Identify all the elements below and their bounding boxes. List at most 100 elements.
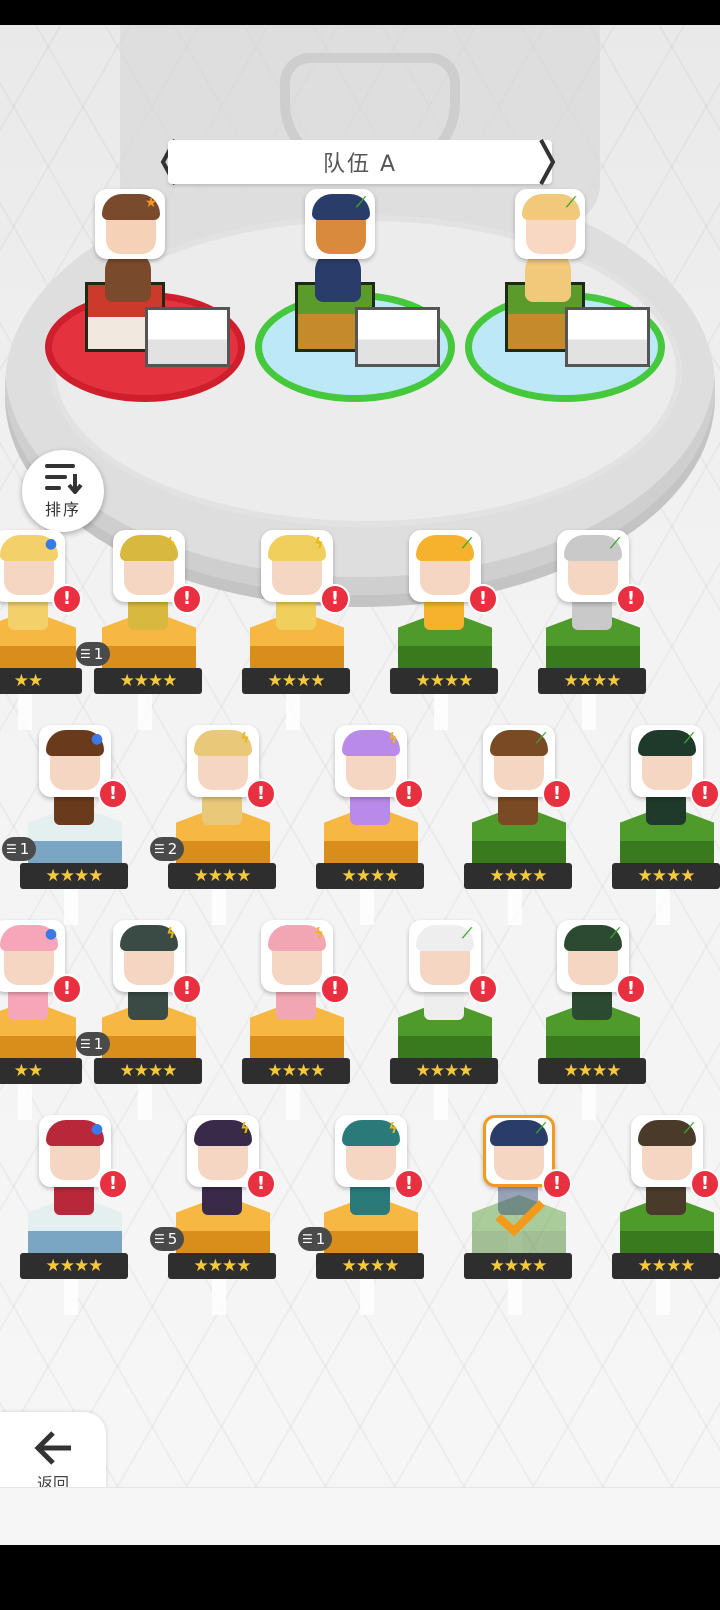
thunder-icon: ϟ (240, 731, 250, 747)
copies-badge: ☰ 1 (76, 1032, 111, 1056)
hero-card[interactable]: ★★★★ ⟋! (598, 1115, 720, 1315)
star-rating: ★★★★ (168, 1253, 276, 1279)
slot-white-block (145, 307, 230, 367)
hero-card[interactable]: ★★★★ ⟋! (450, 725, 580, 925)
star-rating: ★★★★ (242, 668, 350, 694)
copies-badge: ☰ 1 (2, 837, 37, 861)
sort-button[interactable]: 排序 (22, 450, 104, 532)
copies-count: 5 (167, 1230, 178, 1248)
sort-icon (45, 464, 83, 494)
alert-badge: ! (616, 584, 646, 614)
star-rating: ★★★★ (464, 863, 572, 889)
copies-badge: ☰ 5 (150, 1227, 185, 1251)
hero-card[interactable]: ★★★★ ϟ! ☰ 2 (150, 725, 284, 925)
slot-white-block (355, 307, 440, 367)
star-rating: ★★★★ (20, 1253, 128, 1279)
hero-card[interactable]: ★★ ●! (0, 530, 90, 730)
hero-card[interactable]: ★★★★ ϟ! ☰ 1 (76, 530, 210, 730)
star-rating: ★★★★ (316, 1253, 424, 1279)
hero-sprite (315, 252, 361, 302)
hero-portrait[interactable]: ⟋ (305, 189, 375, 259)
hero-card[interactable]: ★★★★ ⟋! (450, 1115, 580, 1315)
hero-card[interactable]: ★★★★ ⟋! (376, 530, 506, 730)
hero-card[interactable]: ★★★★ ϟ! ☰ 5 (150, 1115, 284, 1315)
hero-portrait[interactable]: ★ (95, 189, 165, 259)
hero-card[interactable]: ★★★★ ⟋! (376, 920, 506, 1120)
hero-card[interactable]: ★★★★ ●! (6, 1115, 136, 1315)
star-rating: ★★★★ (94, 1058, 202, 1084)
thunder-icon: ϟ (388, 731, 398, 747)
alert-badge: ! (246, 779, 276, 809)
hero-card[interactable]: ★★★★ ϟ! (228, 530, 358, 730)
alert-badge: ! (690, 779, 720, 809)
star-rating: ★★ (0, 668, 82, 694)
next-team-button[interactable] (536, 137, 558, 187)
hero-portrait[interactable]: ⟋ (515, 189, 585, 259)
hero-card[interactable]: ★★★★ ϟ! ☰ 1 (298, 1115, 432, 1315)
team-slot-2[interactable]: ⟋ (250, 189, 460, 427)
thunder-icon: ϟ (314, 536, 324, 552)
copies-count: 1 (19, 840, 30, 858)
copies-count: 2 (167, 840, 178, 858)
thunder-icon: ϟ (314, 926, 324, 942)
copies-badge: ☰ 2 (150, 837, 185, 861)
alert-badge: ! (542, 779, 572, 809)
alert-badge: ! (98, 779, 128, 809)
alert-badge: ! (616, 974, 646, 1004)
star-rating: ★★★★ (316, 863, 424, 889)
leaf-icon: ⟋ (610, 536, 620, 552)
layers-icon: ☰ (154, 1232, 165, 1246)
star-rating: ★★★★ (390, 1058, 498, 1084)
star-rating: ★★★★ (168, 863, 276, 889)
thunder-icon: ϟ (240, 1121, 250, 1137)
alert-badge: ! (52, 584, 82, 614)
copies-badge: ☰ 1 (76, 642, 111, 666)
leaf-icon: ⟋ (684, 731, 694, 747)
star-rating: ★★★★ (464, 1253, 572, 1279)
leaf-icon: ⟋ (356, 195, 366, 211)
team-slot-3[interactable]: ⟋ (460, 189, 670, 427)
layers-icon: ☰ (6, 842, 17, 856)
layers-icon: ☰ (302, 1232, 313, 1246)
hero-card[interactable]: ★★ ●! (0, 920, 90, 1120)
hero-card[interactable]: ★★★★ ⟋! (524, 530, 654, 730)
star-rating: ★★ (0, 1058, 82, 1084)
alert-badge: ! (468, 974, 498, 1004)
water-icon: ● (44, 536, 58, 552)
thunder-icon: ϟ (166, 536, 176, 552)
star-rating: ★★★★ (538, 668, 646, 694)
star-rating: ★★★★ (242, 1058, 350, 1084)
leaf-icon: ⟋ (462, 536, 472, 552)
check-icon (495, 1200, 545, 1237)
alert-badge: ! (394, 779, 424, 809)
team-title: 队伍 A (168, 140, 552, 184)
sort-label: 排序 (44, 500, 81, 519)
star-rating: ★★★★ (538, 1058, 646, 1084)
leaf-icon: ⟋ (684, 1121, 694, 1137)
star-rating: ★★★★ (390, 668, 498, 694)
hero-sprite (525, 252, 571, 302)
water-icon: ● (44, 926, 58, 942)
alert-badge: ! (690, 1169, 720, 1199)
thunder-icon: ϟ (388, 1121, 398, 1137)
star-rating: ★★★★ (612, 863, 720, 889)
hero-card[interactable]: ★★★★ ϟ! ☰ 1 (76, 920, 210, 1120)
copies-count: 1 (93, 645, 104, 663)
hero-card[interactable]: ★★★★ ⟋! (598, 725, 720, 925)
leaf-icon: ⟋ (462, 926, 472, 942)
slot-white-block (565, 307, 650, 367)
leaf-icon: ⟋ (536, 1121, 546, 1137)
back-arrow-icon (34, 1431, 71, 1465)
star-cards-icon: ★ (144, 195, 158, 211)
alert-badge: ! (98, 1169, 128, 1199)
hero-card[interactable]: ★★★★ ⟋! (524, 920, 654, 1120)
hero-card[interactable]: ★★★★ ϟ! (302, 725, 432, 925)
hero-card[interactable]: ★★★★ ϟ! (228, 920, 358, 1120)
alert-badge: ! (172, 584, 202, 614)
team-slot-1[interactable]: ★ (40, 189, 250, 427)
star-rating: ★★★★ (20, 863, 128, 889)
leaf-icon: ⟋ (536, 731, 546, 747)
hero-card[interactable]: ★★★★ ●! ☰ 1 (2, 725, 136, 925)
alert-badge: ! (320, 974, 350, 1004)
star-rating: ★★★★ (612, 1253, 720, 1279)
